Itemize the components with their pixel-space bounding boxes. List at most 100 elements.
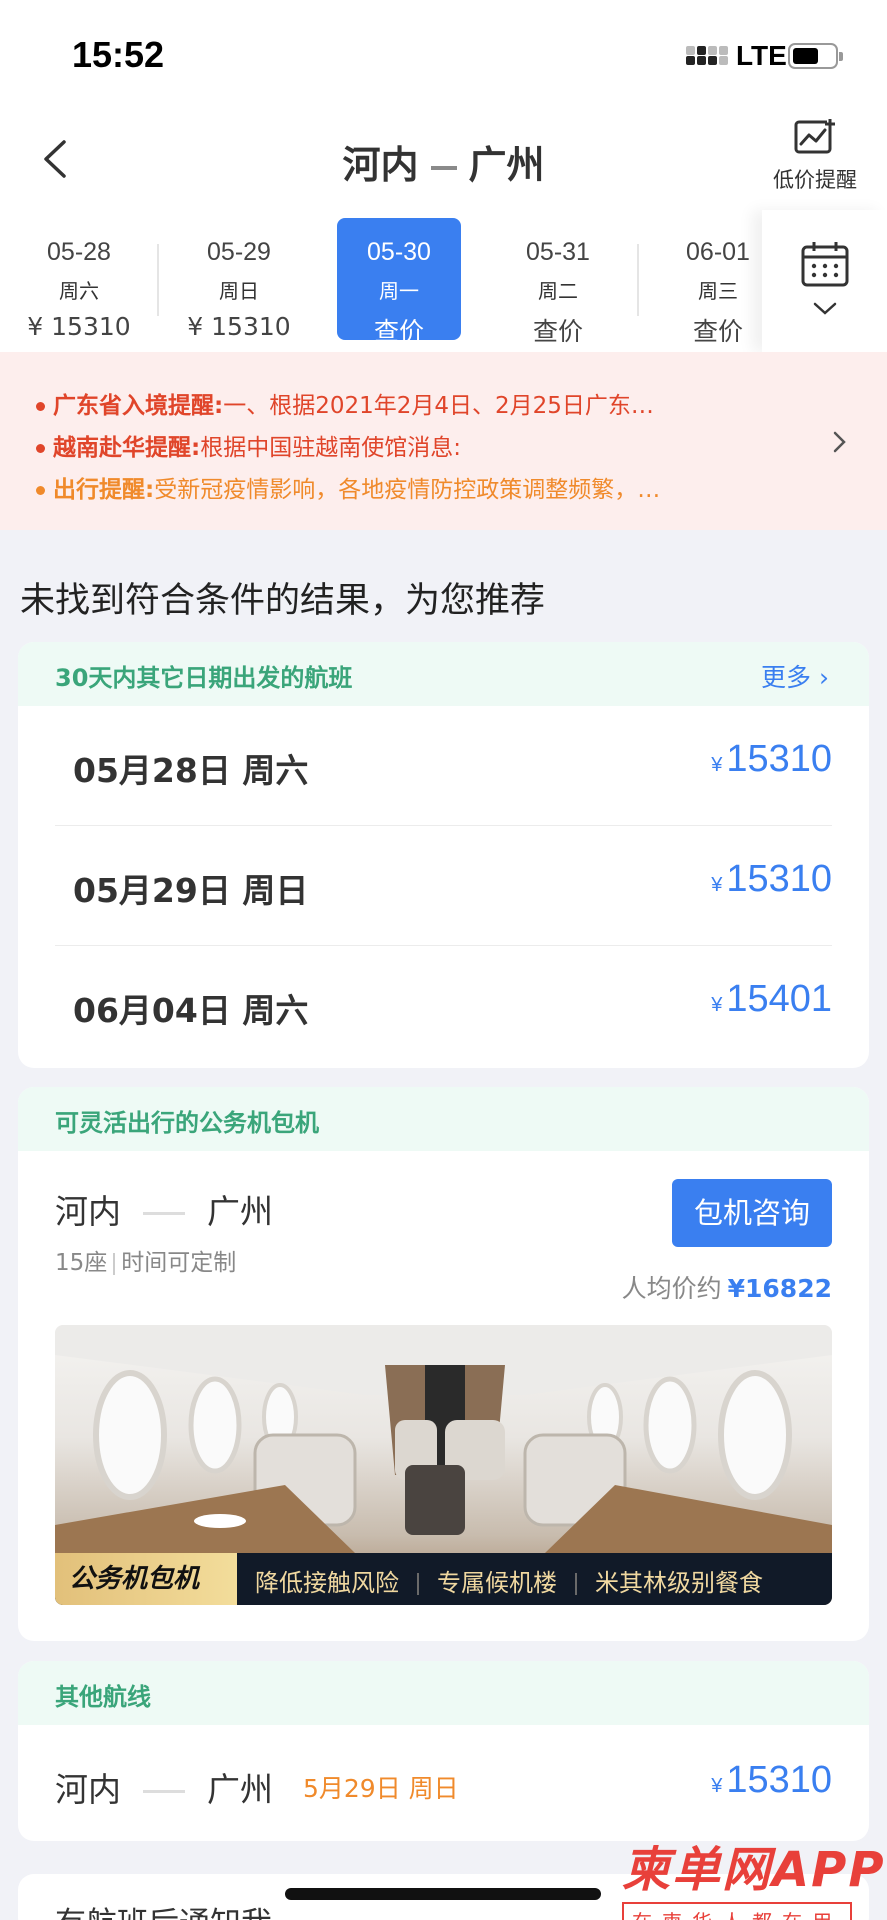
avg-price-label: 人均价约 [621,1274,722,1303]
charter-card: 可灵活出行的公务机包机 河内 广州 15座 时间可定制 包机咨询 人均价约 ¥1682… [18,1087,869,1641]
notice-guangdong: 广东省入境提醒:一、根据2021年2月4日、2月25日广东… [36,386,654,420]
route-to: 广州 [207,1192,273,1231]
status-bar: 15:52 LTE [0,0,887,110]
weekday-label: 周日 [219,279,259,303]
charter-meta: 15座 时间可定制 [55,1243,236,1277]
route-from: 河内 [55,1770,121,1809]
weekday-label: 周六 [59,279,99,303]
more-link[interactable]: 更多 › [761,658,829,694]
date-item-05-30[interactable]: 05-30 周一 查价 [337,218,461,346]
charter-body[interactable]: 河内 广州 15座 时间可定制 包机咨询 人均价约 ¥16822 公务机包机 降… [18,1151,869,1641]
more-label: 更多 [761,663,812,692]
date-price: ¥ 15310 [27,312,131,341]
currency-symbol: ¥ [711,754,723,776]
watermark-logo: 柬单网APP 在柬华人都在用 [622,1830,887,1920]
other-dates-card: 30天内其它日期出发的航班 更多 › 05月28日 周六 ¥15310 05月2… [18,642,869,1068]
charter-cabin-image: 公务机包机 降低接触风险 专属候机楼 米其林级别餐食 [55,1325,832,1605]
flight-row[interactable]: 05月29日 周日 ¥15310 [55,826,832,946]
flight-date: 05月29日 周日 [73,871,309,910]
feature-2: 专属候机楼 [437,1569,557,1597]
currency-symbol: ¥ [711,994,723,1016]
notice-vietnam: 越南赴华提醒:根据中国驻越南使馆消息: [36,428,461,462]
price-value: 15310 [726,738,832,780]
feature-1: 降低接触风险 [255,1569,399,1597]
bullet [36,486,45,495]
time-custom: 时间可定制 [121,1250,237,1276]
bullet [36,444,45,453]
watermark-brand: 柬单网APP [622,1842,886,1898]
date-label: 05-28 [47,238,111,266]
route-to: 广州 [207,1770,273,1809]
card-header: 其他航线 [18,1661,869,1725]
route-dash [430,165,457,170]
date-item-05-31[interactable]: 05-31 周二 查价 [496,218,620,346]
notice-text: 受新冠疫情影响，各地疫情防控政策调整频繁，… [154,477,661,503]
network-label: LTE [736,40,787,71]
charter-route: 河内 广州 [55,1185,273,1233]
date-price: ¥ 15310 [187,312,291,341]
route-date: 5月29日 周日 [303,1774,459,1803]
price-value: 15310 [726,858,832,900]
chevron-down-icon [813,302,837,315]
chart-alert-icon [794,118,835,154]
header: 河内 广州 低价提醒 [0,110,887,210]
price-value: 15310 [726,1759,832,1801]
card-header: 30天内其它日期出发的航班 更多 › [18,642,869,706]
weekday-label: 周二 [538,279,578,303]
flight-row[interactable]: 06月04日 周六 ¥15401 [55,946,832,1066]
home-indicator [285,1888,601,1900]
price-alert-button[interactable]: 低价提醒 [762,118,868,194]
route-to: 广州 [468,143,545,187]
route-price: ¥15310 [711,1759,832,1802]
battery-icon [788,43,843,69]
charter-banner: 公务机包机 降低接触风险 专属候机楼 米其林级别餐食 [55,1553,832,1605]
status-time: 15:52 [72,34,165,75]
notice-text: 根据中国驻越南使馆消息: [200,435,461,461]
date-item-05-28[interactable]: 05-28 周六 ¥ 15310 [17,218,141,341]
date-selector: 05-28 周六 ¥ 15310 05-29 周日 ¥ 15310 05-30 … [0,210,887,352]
divider [157,244,159,316]
divider [637,244,639,316]
banner-tag: 公务机包机 [55,1553,237,1605]
calendar-button[interactable] [762,210,887,352]
route: 河内 广州 [55,1763,273,1811]
currency-symbol: ¥ [711,874,723,896]
flight-row[interactable]: 05月28日 周六 ¥15310 [55,706,832,826]
date-label: 05-30 [367,238,431,266]
flight-date: 05月28日 周六 [73,751,309,790]
other-routes-card: 其他航线 河内 广州 5月29日 周日 ¥15310 [18,1661,869,1841]
route-from: 河内 [342,143,419,187]
price-value: 15401 [726,978,832,1020]
divider [113,1252,116,1275]
chevron-right-icon: › [819,663,829,692]
route-row[interactable]: 河内 广州 5月29日 周日 ¥15310 [18,1725,869,1841]
date-item-05-29[interactable]: 05-29 周日 ¥ 15310 [177,218,301,341]
signal-icon [686,44,730,72]
flight-price: ¥15310 [711,738,832,781]
divider [575,1573,577,1595]
page-title: 河内 广州 [0,134,887,189]
flight-date: 06月04日 周六 [73,991,309,1030]
charter-consult-button[interactable]: 包机咨询 [672,1179,832,1247]
route-from: 河内 [55,1192,121,1231]
notice-title: 出行提醒: [53,477,155,503]
flight-price: ¥15401 [711,978,832,1021]
notify-label: 有航班后通知我 [55,1898,272,1920]
card-title: 其他航线 [55,1683,151,1711]
notice-text: 一、根据2021年2月4日、2月25日广东… [223,393,654,419]
travel-notice[interactable]: 广东省入境提醒:一、根据2021年2月4日、2月25日广东… 越南赴华提醒:根据… [0,352,887,530]
flight-price: ¥15310 [711,858,832,901]
section-title: 未找到符合条件的结果，为您推荐 [20,581,546,621]
weekday-label: 周一 [379,279,419,303]
notice-travel: 出行提醒:受新冠疫情影响，各地疫情防控政策调整频繁，… [36,470,660,504]
card-title: 30天内其它日期出发的航班 [55,664,353,692]
cabin-illustration [55,1325,832,1553]
date-label: 05-31 [526,238,590,266]
date-price: 查价 [373,317,424,346]
calendar-icon [801,242,849,287]
card-header: 可灵活出行的公务机包机 [18,1087,869,1151]
date-label: 05-29 [207,238,271,266]
route-separator [143,1790,185,1793]
notice-title: 广东省入境提醒: [53,393,224,419]
currency-symbol: ¥ [711,1775,723,1797]
